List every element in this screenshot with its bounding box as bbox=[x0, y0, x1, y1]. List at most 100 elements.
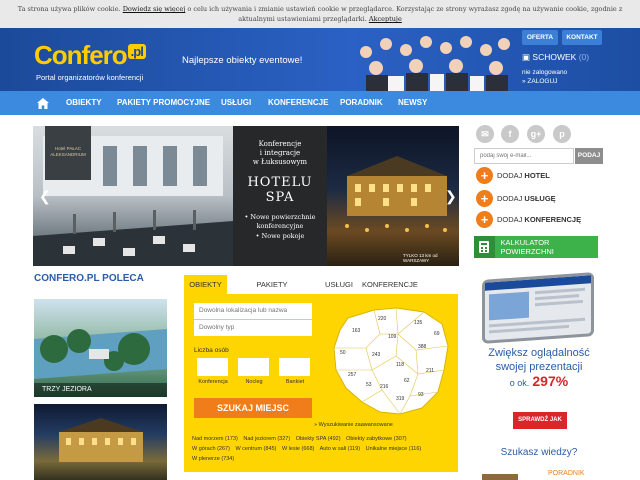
map-num-12: 62 bbox=[404, 378, 410, 384]
cookie-text: Ta strona używa plików cookie. bbox=[17, 5, 121, 13]
add-hotel-label: HOTEL bbox=[524, 170, 550, 180]
quick-link[interactable]: Auto w sali (119) bbox=[320, 446, 361, 452]
map-num-5: 109 bbox=[388, 334, 397, 340]
quick-link[interactable]: W lesie (668) bbox=[282, 446, 314, 452]
quick-link[interactable]: Nad morzem (173) bbox=[192, 436, 238, 442]
home-icon[interactable] bbox=[30, 91, 56, 115]
map-num-6: 388 bbox=[418, 344, 427, 350]
search-tabs: OBIEKTY PAKIETY PROMOCYJNE USŁUGI KONFER… bbox=[184, 275, 458, 308]
poland-map[interactable]: 220 135 163 69 109 388 50 243 118 257 21… bbox=[326, 304, 454, 419]
nav-item-newsy[interactable]: NEWSY bbox=[398, 91, 427, 115]
main-nav: OBIEKTY PAKIETY PROMOCYJNE USŁUGI KONFER… bbox=[0, 91, 640, 115]
add-service-link[interactable]: + DODAJ USŁUGĘ bbox=[476, 189, 556, 207]
hotel-badge: Hotel PAŁAC ALEKSANDRIUM bbox=[45, 126, 91, 180]
map-num-16: 93 bbox=[418, 392, 424, 398]
nav-item-obiekty[interactable]: OBIEKTY bbox=[66, 91, 102, 115]
quick-link[interactable]: Obiekty SPA (492) bbox=[296, 436, 341, 442]
cookie-text-2: o celu ich używania i zmianie ustawień c… bbox=[187, 5, 623, 23]
add-service-prefix: DODAJ bbox=[497, 193, 523, 203]
promo-text: Zwiększ oglądalność swojej prezentacji o… bbox=[474, 346, 604, 390]
nav-item-konferencje[interactable]: KONFERENCJE bbox=[268, 91, 328, 115]
advanced-search-link[interactable]: » Wyszukiwanie zaawansowane bbox=[314, 422, 393, 428]
calculator-button[interactable]: KALKULATOR POWIERZCHNI bbox=[474, 236, 598, 258]
slide-interior-image: Hotel PAŁAC ALEKSANDRIUM bbox=[33, 126, 233, 266]
nav-item-pakiety[interactable]: PAKIETY PROMOCYJNE bbox=[117, 91, 210, 115]
tab-uslugi[interactable]: USŁUGI bbox=[318, 275, 360, 294]
logo[interactable]: Confero .pl bbox=[34, 40, 146, 71]
promo-percent: 297% bbox=[532, 373, 569, 389]
map-num-3: 163 bbox=[352, 328, 361, 334]
quick-link[interactable]: Nad jeziorem (327) bbox=[243, 436, 290, 442]
logo-main: Confero bbox=[34, 40, 128, 70]
facebook-icon[interactable]: f bbox=[501, 125, 519, 143]
google-plus-icon[interactable]: g+ bbox=[527, 125, 545, 143]
logo-pl: .pl bbox=[127, 44, 146, 59]
promo-line1: Zwiększ oglądalność bbox=[488, 347, 590, 359]
pinterest-icon[interactable]: p bbox=[553, 125, 571, 143]
add-hotel-prefix: DODAJ bbox=[497, 170, 523, 180]
slide-caption: Konferencje i integracje w Łuksusowym HO… bbox=[233, 126, 327, 266]
tab-obiekty[interactable]: OBIEKTY bbox=[184, 275, 227, 294]
slide-hotel: HOTELU bbox=[247, 175, 313, 190]
promo-line2: swojej prezentacji bbox=[495, 361, 583, 373]
kontakt-button[interactable]: KONTAKT bbox=[562, 30, 602, 45]
schowek-label: SCHOWEK bbox=[532, 52, 577, 62]
tab-konferencje[interactable]: KONFERENCJE bbox=[362, 275, 418, 294]
poleca-card-trzy-jeziora[interactable]: TRZY JEZIORA bbox=[34, 299, 167, 397]
plus-icon: + bbox=[476, 189, 493, 207]
hero-slider[interactable]: Hotel PAŁAC ALEKSANDRIUM Konferencje i i… bbox=[33, 126, 459, 266]
map-num-8: 243 bbox=[372, 352, 381, 358]
nav-item-uslugi[interactable]: USŁUGI bbox=[221, 91, 251, 115]
map-num-1: 220 bbox=[378, 316, 387, 322]
add-conference-link[interactable]: + DODAJ KONFERENCJĘ bbox=[476, 210, 581, 228]
add-conference-prefix: DODAJ bbox=[497, 214, 523, 224]
tab-pakiety[interactable]: PAKIETY PROMOCYJNE bbox=[231, 275, 313, 308]
quick-link[interactable]: Unikalne miejsce (116) bbox=[366, 446, 422, 452]
quick-link[interactable]: Obiekty zabytkowe (307) bbox=[346, 436, 407, 442]
poleca-title: CONFERO.PL POLECA bbox=[34, 273, 144, 284]
location-input[interactable] bbox=[194, 303, 312, 319]
slide-line1: Konferencje bbox=[258, 140, 302, 148]
quick-link[interactable]: W centrum (845) bbox=[235, 446, 276, 452]
cookie-more-link[interactable]: Dowiedz się więcej bbox=[123, 5, 186, 13]
slide-promo: TYLKO 13 km od WARSZAWY bbox=[403, 253, 438, 263]
quick-link[interactable]: W plenerze (734) bbox=[192, 456, 234, 462]
konferencja-input[interactable] bbox=[197, 358, 228, 376]
add-service-label: USŁUGĘ bbox=[524, 193, 556, 203]
mail-icon[interactable]: ✉ bbox=[476, 125, 494, 143]
schowek-link[interactable]: ▣ SCHOWEK (0) bbox=[522, 52, 589, 63]
nav-item-poradnik[interactable]: PORADNIK bbox=[340, 91, 383, 115]
login-box: nie zalogowano » ZALOGUJ bbox=[522, 68, 567, 86]
oferta-button[interactable]: OFERTA bbox=[522, 30, 558, 45]
cookie-accept-link[interactable]: Akceptuje bbox=[369, 15, 402, 23]
slider-prev-icon[interactable]: ❮ bbox=[39, 188, 51, 205]
cookie-banner: Ta strona używa plików cookie. Dowiedz s… bbox=[0, 0, 640, 28]
quick-link[interactable]: W górach (267) bbox=[192, 446, 230, 452]
calculator-icon bbox=[474, 236, 495, 258]
slide-bullet1: • Nowe powierzchnie konferencyjne bbox=[244, 213, 316, 230]
login-link[interactable]: » ZALOGUJ bbox=[522, 77, 567, 86]
newsletter-submit-button[interactable]: PODAJ bbox=[575, 148, 603, 164]
type-select[interactable] bbox=[194, 320, 312, 336]
check-how-button[interactable]: SPRAWDŹ JAK bbox=[513, 412, 567, 429]
nocleg-label: Nocleg bbox=[245, 379, 263, 385]
add-hotel-link[interactable]: + DODAJ HOTEL bbox=[476, 166, 550, 184]
nocleg-input[interactable] bbox=[238, 358, 269, 376]
newsletter-email-input[interactable] bbox=[474, 148, 574, 164]
poradnik-label: PORADNIK bbox=[548, 470, 585, 477]
bankiet-input[interactable] bbox=[279, 358, 310, 376]
login-status: nie zalogowano bbox=[522, 69, 568, 76]
map-num-10: 257 bbox=[348, 372, 357, 378]
site-header: Confero .pl Portal organizatorów konferen… bbox=[0, 28, 640, 91]
map-num-7: 50 bbox=[340, 350, 346, 356]
calculator-label: KALKULATOR POWIERZCHNI bbox=[500, 238, 554, 256]
map-num-13: 53 bbox=[366, 382, 372, 388]
map-num-15: 319 bbox=[396, 396, 405, 402]
poleca-card-2[interactable] bbox=[34, 404, 167, 480]
plus-icon: + bbox=[476, 166, 493, 184]
map-num-14: 216 bbox=[380, 384, 389, 390]
search-submit-button[interactable]: SZUKAJ MIEJSC bbox=[194, 398, 312, 418]
promo-ok: o ok. bbox=[509, 378, 530, 388]
slider-next-icon[interactable]: ❯ bbox=[445, 188, 457, 205]
plus-icon: + bbox=[476, 210, 493, 228]
